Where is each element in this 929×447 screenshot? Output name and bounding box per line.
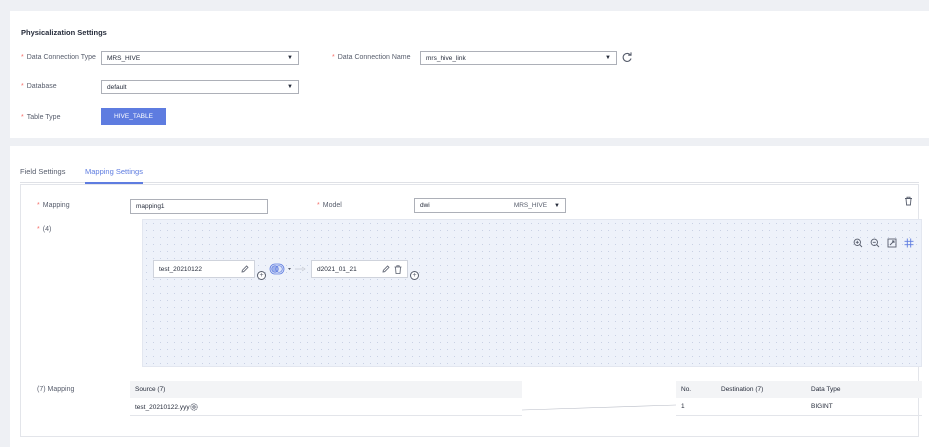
mapping-panel: Field Settings Mapping Settings * Mappin… (10, 146, 929, 447)
source-table-node[interactable]: test_20210122 (153, 260, 255, 278)
required-mark: * (21, 83, 24, 90)
tab-bar: Field Settings Mapping Settings (20, 163, 919, 184)
mapping-canvas[interactable]: test_20210122 + d2021_01_21 + (142, 219, 922, 367)
trash-icon[interactable] (394, 264, 402, 274)
add-node-icon[interactable]: + (410, 271, 419, 280)
mapping-link-line (522, 404, 676, 411)
required-mark: * (21, 114, 24, 121)
destination-column-header: Destination (7) (721, 386, 764, 393)
model-label: * Model (317, 202, 342, 209)
chevron-down-icon: ▼ (287, 55, 293, 61)
required-mark: * (332, 54, 335, 61)
required-mark: * (317, 202, 320, 209)
required-mark: * (37, 202, 40, 209)
conn-type-label: * Data Connection Type (21, 54, 96, 61)
destination-field-row[interactable]: 1 BIGINT (676, 399, 922, 416)
data-type-column-header: Data Type (811, 386, 841, 393)
mapping-label: * Mapping (37, 202, 70, 209)
tab-mapping-settings[interactable]: Mapping Settings (85, 167, 143, 184)
edit-icon[interactable] (241, 265, 249, 273)
zoom-in-icon[interactable] (853, 238, 863, 248)
model-select[interactable]: dwi MRS_HIVE ▼ (414, 198, 566, 213)
add-node-icon[interactable]: + (257, 271, 266, 280)
field-mapping-label: (7) Mapping (37, 386, 75, 393)
conn-name-select[interactable]: mrs_hive_link ▼ (420, 51, 617, 65)
model-tag: MRS_HIVE (513, 202, 548, 209)
mapping-name-input[interactable]: mapping1 (130, 199, 268, 214)
destination-type-value: BIGINT (811, 403, 833, 410)
chevron-down-icon: ▼ (554, 202, 560, 209)
grid-icon[interactable] (904, 238, 914, 248)
source-field-value: test_20210122.yyy (135, 403, 190, 411)
source-table-header: Source (7) (130, 381, 522, 398)
conn-name-label: * Data Connection Name (332, 54, 411, 61)
table-type-button[interactable]: HIVE_TABLE (101, 108, 166, 125)
table-type-label: * Table Type (21, 114, 61, 121)
fit-screen-icon[interactable] (887, 238, 897, 248)
edit-icon[interactable] (382, 265, 390, 273)
source-field-row[interactable]: test_20210122.yyy (130, 399, 522, 416)
target-table-node[interactable]: d2021_01_21 (311, 260, 408, 278)
join-connector[interactable] (269, 262, 309, 276)
mapping-card: * Mapping mapping1 * Model dwi MRS_HIVE … (20, 184, 922, 437)
source-column-header: Source (7) (135, 386, 166, 393)
refresh-icon[interactable] (621, 51, 633, 64)
settings-icon[interactable] (189, 403, 198, 411)
section-title: Physicalization Settings (21, 28, 107, 37)
destination-table-header: No. Destination (7) Data Type (676, 381, 922, 398)
chevron-down-icon: ▼ (605, 55, 611, 61)
database-select[interactable]: default ▼ (101, 80, 299, 94)
no-column-header: No. (681, 386, 692, 393)
conn-type-select[interactable]: MRS_HIVE ▼ (101, 51, 299, 65)
delete-mapping-icon[interactable] (904, 196, 913, 206)
chevron-down-icon: ▼ (287, 84, 293, 90)
physicalization-panel: Physicalization Settings * Data Connecti… (10, 11, 929, 138)
database-label: * Database (21, 83, 57, 90)
required-mark: * (21, 54, 24, 61)
count-label: * (4) (37, 226, 52, 233)
destination-no-value: 1 (681, 403, 685, 410)
required-mark: * (37, 226, 40, 233)
zoom-out-icon[interactable] (870, 238, 880, 248)
tab-field-settings[interactable]: Field Settings (20, 167, 65, 176)
